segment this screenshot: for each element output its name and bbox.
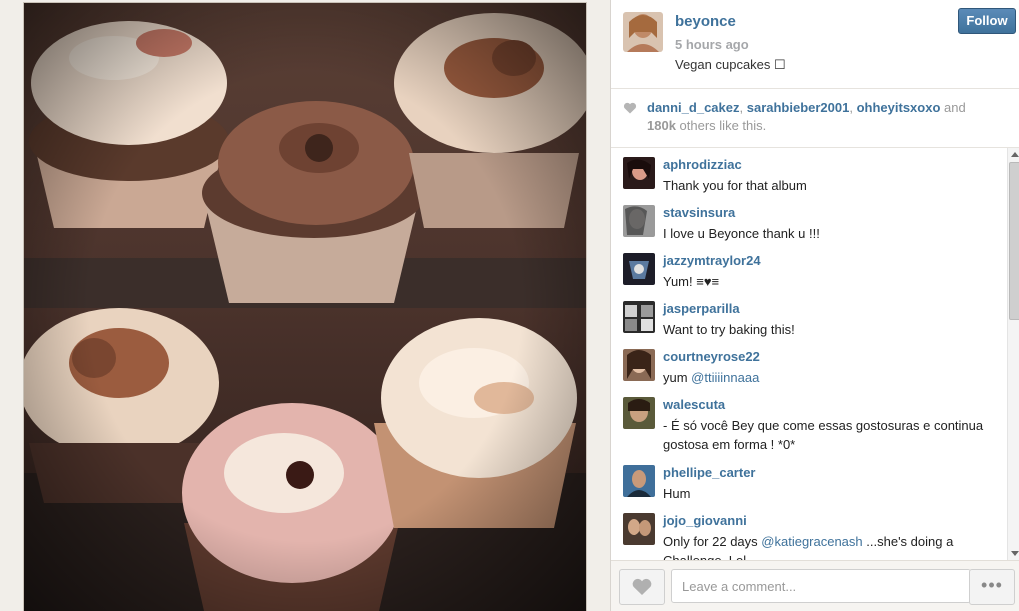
comment-username[interactable]: phellipe_carter: [663, 465, 756, 480]
post-header: beyonce 5 hours ago Vegan cupcakes ☐ Fol…: [611, 0, 1019, 89]
likes-and: and: [944, 100, 966, 115]
ellipsis-icon: •••: [981, 575, 1003, 595]
comment-avatar[interactable]: [623, 465, 655, 497]
liker-link[interactable]: ohheyitsxoxo: [857, 100, 941, 115]
likes-count[interactable]: 180k: [647, 118, 676, 133]
mention-link[interactable]: @katiegracenash: [761, 534, 862, 549]
comment-text: yum @ttiiiinnaaa: [663, 368, 993, 387]
comment-username[interactable]: jasperparilla: [663, 301, 740, 316]
likes-suffix: others like this.: [679, 118, 767, 133]
heart-icon: [632, 578, 652, 595]
separator: ,: [849, 100, 857, 115]
comment-text: Thank you for that album: [663, 178, 807, 193]
comment-username[interactable]: aphrodizziac: [663, 157, 742, 172]
comment-avatar[interactable]: [623, 205, 655, 237]
scrollbar-thumb[interactable]: [1009, 162, 1019, 320]
comment-text-prefix: Only for 22 days: [663, 534, 762, 549]
heart-icon: [623, 102, 637, 114]
comments-scrollbar[interactable]: [1007, 148, 1019, 560]
comment-avatar[interactable]: [623, 349, 655, 381]
comment-avatar[interactable]: [623, 301, 655, 333]
post-details-panel: beyonce 5 hours ago Vegan cupcakes ☐ Fol…: [610, 0, 1019, 611]
comment-text-prefix: yum: [663, 370, 692, 385]
post-timestamp: 5 hours ago: [675, 37, 749, 52]
comments-list[interactable]: aphrodizziac Thank you for that album st…: [611, 148, 1007, 560]
comment-input[interactable]: [671, 569, 971, 603]
comment-avatar[interactable]: [623, 253, 655, 285]
scroll-up-arrow-icon[interactable]: [1011, 152, 1019, 157]
comment-text: I love u Beyonce thank u !!!: [663, 226, 820, 241]
likes-summary: danni_d_cakez, sarahbieber2001, ohheyits…: [611, 89, 1019, 148]
follow-button[interactable]: Follow: [958, 8, 1016, 34]
comment-text: - É só você Bey que come essas gostosura…: [663, 418, 984, 452]
comment-footer: •••: [611, 560, 1019, 611]
comment-username[interactable]: walescuta: [663, 397, 725, 412]
post-caption: Vegan cupcakes ☐: [675, 57, 786, 72]
photo-frame: [0, 0, 610, 611]
instagram-post-view: beyonce 5 hours ago Vegan cupcakes ☐ Fol…: [0, 0, 1019, 611]
like-button[interactable]: [619, 569, 665, 605]
liker-link[interactable]: sarahbieber2001: [747, 100, 850, 115]
comment-avatar[interactable]: [623, 157, 655, 189]
comment-text: Only for 22 days @katiegracenash ...she'…: [663, 532, 993, 560]
liker-link[interactable]: danni_d_cakez: [647, 100, 740, 115]
comment-avatar[interactable]: [623, 513, 655, 545]
scroll-down-arrow-icon[interactable]: [1011, 551, 1019, 556]
comment-username[interactable]: jazzymtraylor24: [663, 253, 761, 268]
comment-avatar[interactable]: [623, 397, 655, 429]
mention-link[interactable]: @ttiiiinnaaa: [691, 370, 759, 385]
likes-line: danni_d_cakez, sarahbieber2001, ohheyits…: [647, 100, 966, 115]
comment-text: Yum! ≡♥≡: [663, 274, 720, 289]
owner-username[interactable]: beyonce: [675, 13, 736, 30]
post-photo[interactable]: [24, 3, 586, 611]
comment-username[interactable]: jojo_giovanni: [663, 513, 747, 528]
more-options-button[interactable]: •••: [969, 569, 1015, 605]
separator: ,: [739, 100, 747, 115]
comment-username[interactable]: stavsinsura: [663, 205, 735, 220]
comment-text: Hum: [663, 486, 691, 501]
comment-text: Want to try baking this!: [663, 322, 795, 337]
owner-avatar[interactable]: [623, 12, 663, 52]
comment-username[interactable]: courtneyrose22: [663, 349, 760, 364]
likes-count-line: 180k others like this.: [647, 118, 766, 133]
